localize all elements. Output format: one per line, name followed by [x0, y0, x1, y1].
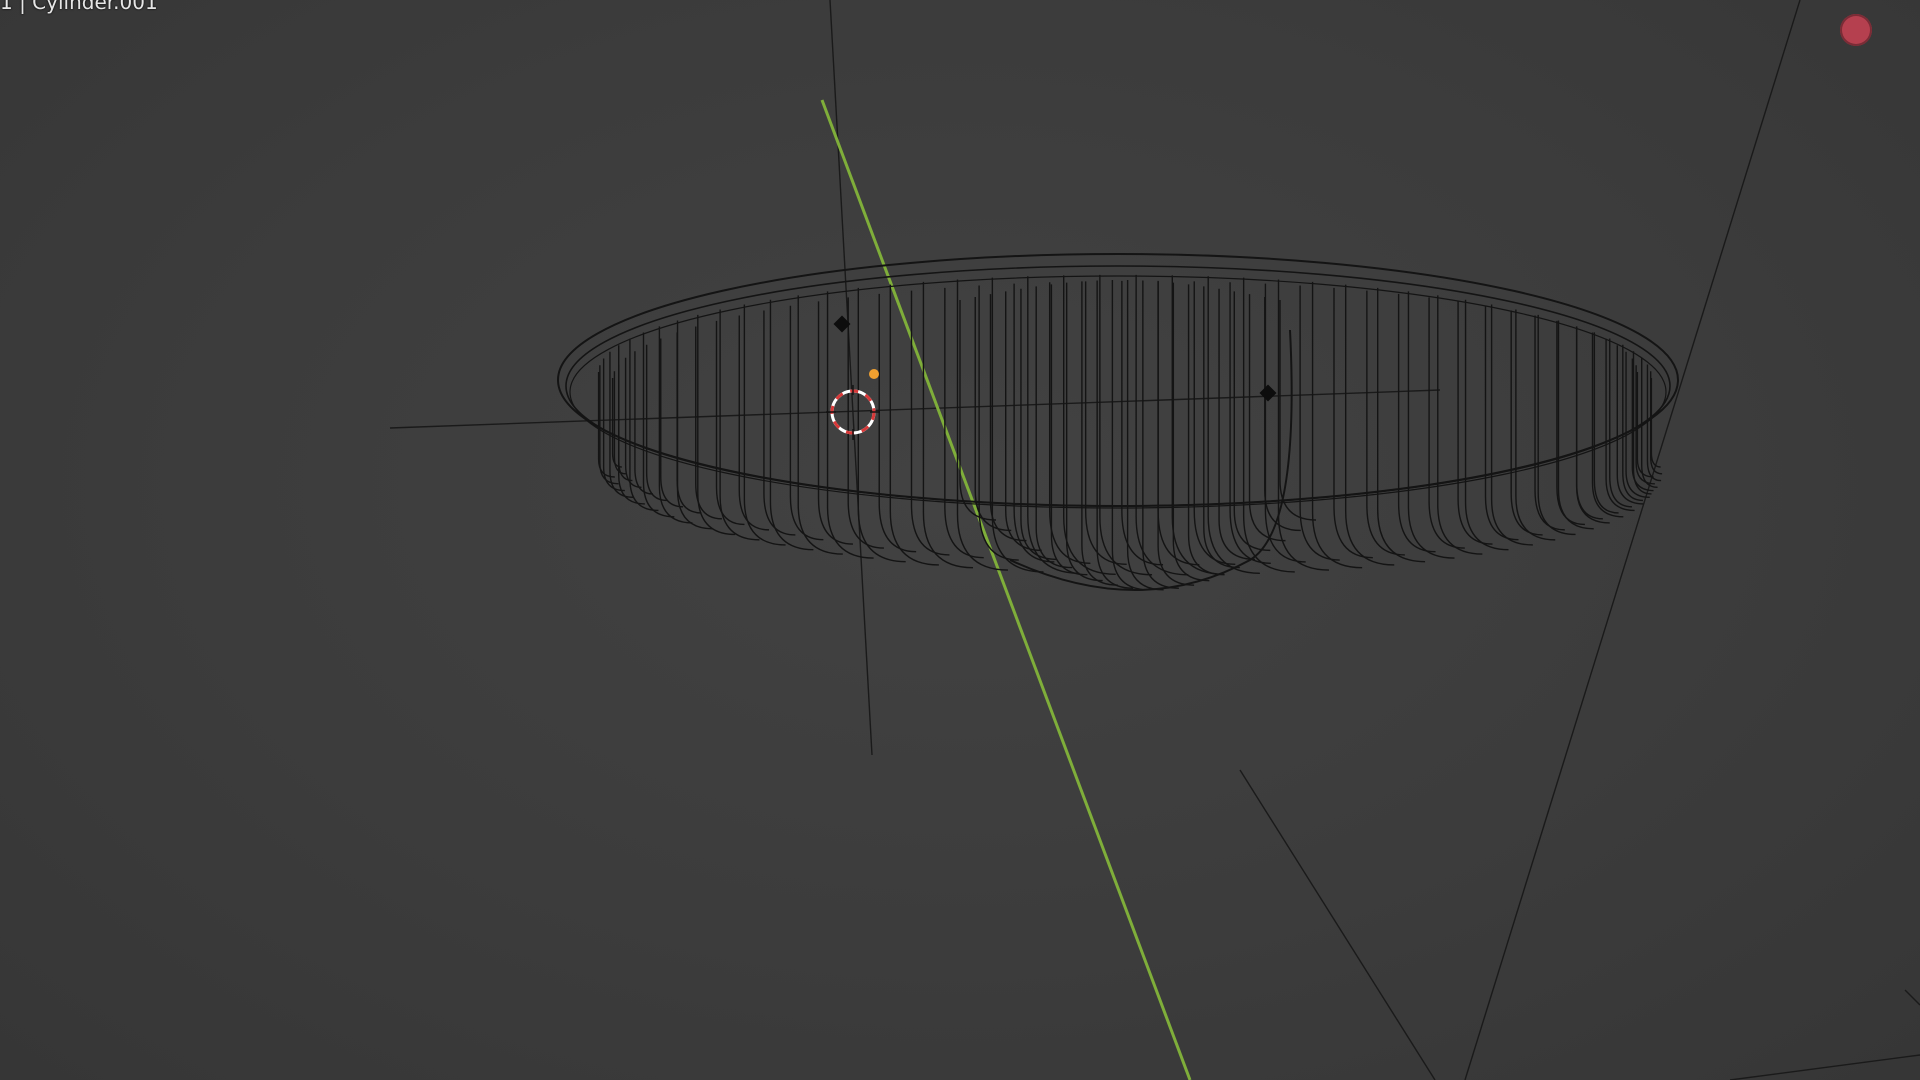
bowl-slat: [1135, 274, 1200, 576]
bowl-slat: [676, 320, 722, 530]
bowl-slat: [1099, 274, 1164, 576]
bowl-slats: [597, 274, 1663, 576]
bowl-rim-lower: [569, 275, 1667, 509]
vertex-marker: [1259, 384, 1277, 402]
bowl-slat: [1377, 287, 1436, 563]
record-indicator-icon[interactable]: [1840, 14, 1872, 46]
bowl-slat: [1277, 279, 1340, 571]
bowl-slat: [1311, 281, 1373, 569]
bowl-slat: [797, 295, 853, 555]
bowl-slat: [991, 277, 1055, 573]
bowl-slat: [1344, 284, 1405, 566]
bowl-slat: [1407, 291, 1465, 559]
object-origin-icon[interactable]: [869, 369, 879, 379]
3d-viewport[interactable]: 1 | Cylinder.001: [0, 0, 1920, 1080]
bowl-slat: [697, 314, 745, 536]
bowl-rim-inner: [565, 265, 1671, 507]
wireframe-scene[interactable]: [0, 0, 1920, 1080]
guide-line-vertical: [829, 0, 873, 756]
bowl-inner-section: [959, 280, 1317, 591]
bowl-slat: [769, 299, 824, 551]
bowl-slat: [956, 279, 1019, 571]
bowl-slat: [1063, 275, 1127, 575]
bowl-slat: [1207, 276, 1271, 575]
guide-line-lower-diagonal: [1239, 769, 1436, 1080]
guide-line-edge-right: [1904, 989, 1920, 1006]
bowl-slat: [618, 345, 653, 505]
guide-line-horizontal: [389, 389, 1441, 429]
bowl-slat: [889, 284, 950, 566]
bowl-rim-outer: [557, 253, 1679, 507]
bowl-slat: [1027, 276, 1091, 575]
guide-line-bottom-right: [1729, 1054, 1920, 1080]
